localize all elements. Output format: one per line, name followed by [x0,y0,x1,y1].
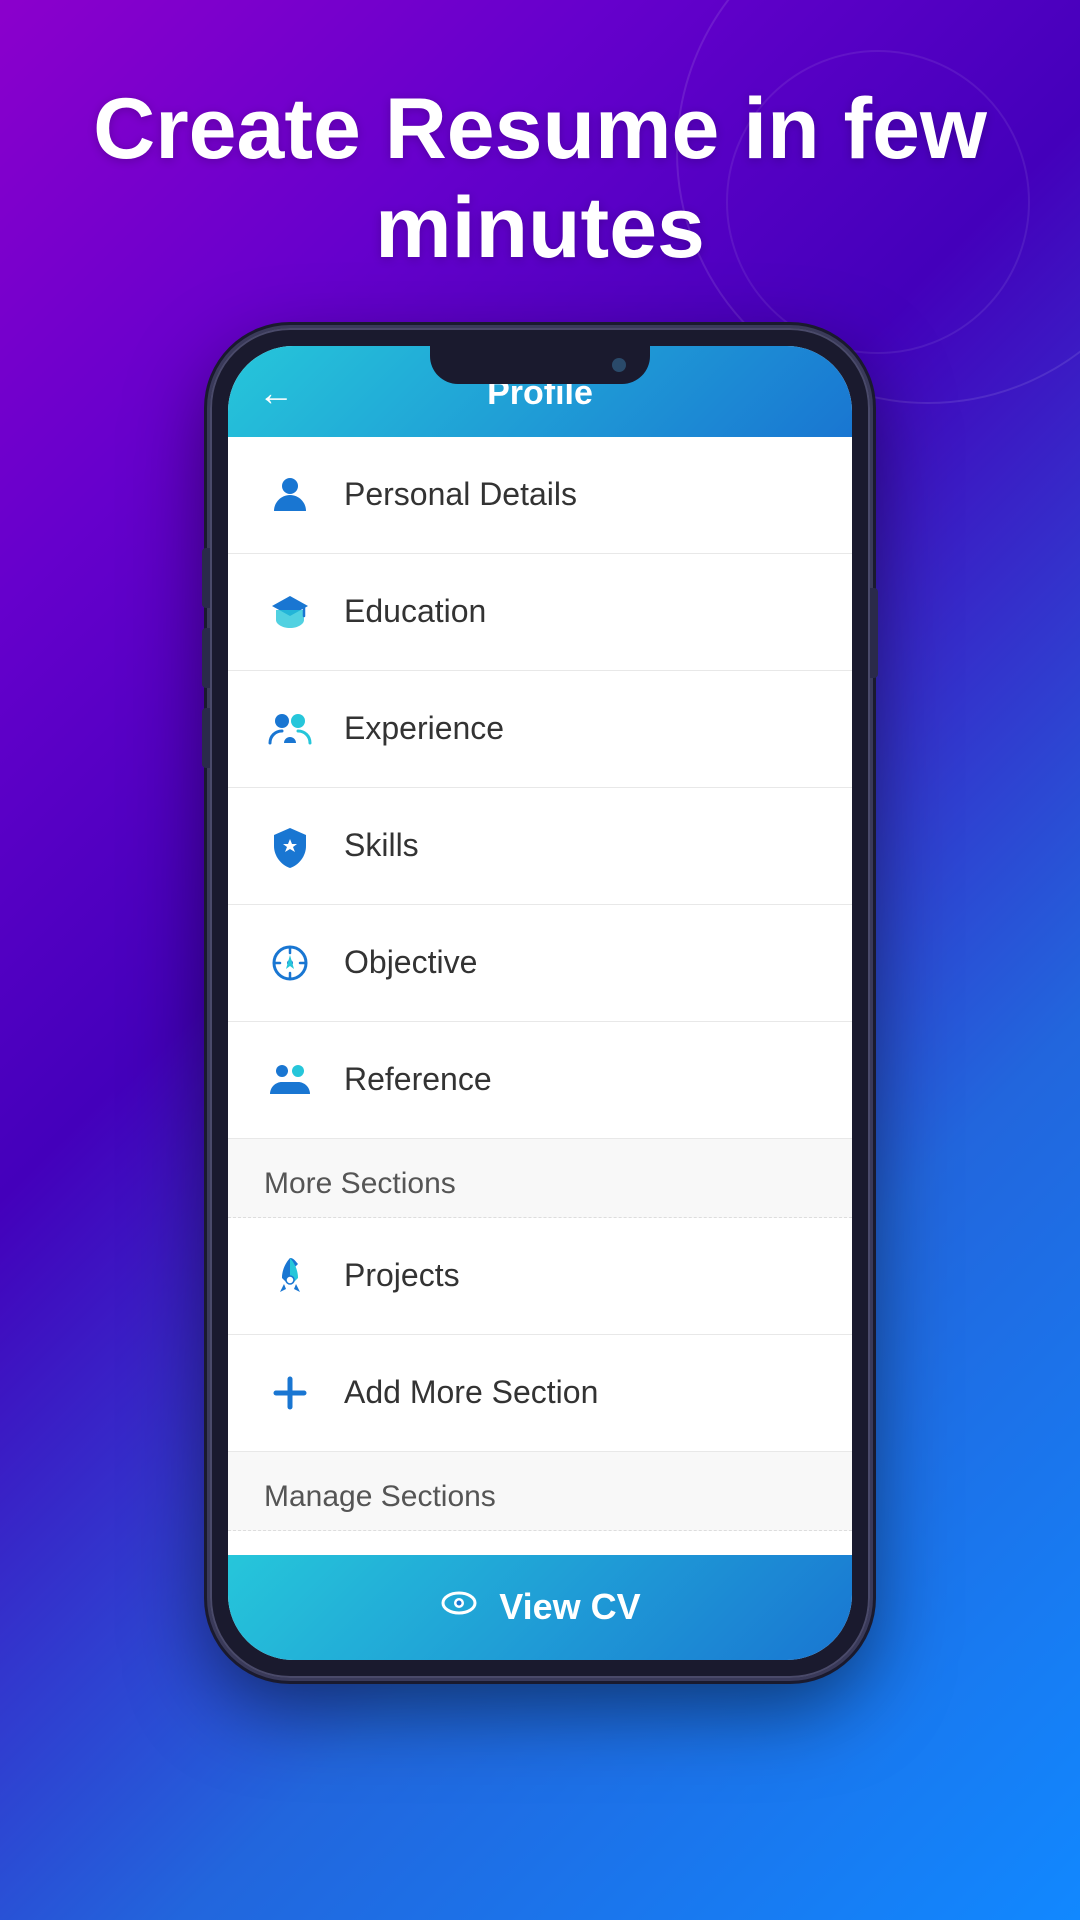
phone-notch [430,346,650,384]
silent-button [202,708,210,768]
phone-screen: ← Profile Personal Details [228,346,852,1660]
view-cv-label: View CV [499,1586,640,1628]
menu-item-objective[interactable]: Objective [228,905,852,1022]
reference-icon [264,1054,316,1106]
more-sections-header: More Sections [228,1139,852,1218]
experience-label: Experience [344,710,504,747]
rocket-icon [264,1250,316,1302]
menu-item-reference[interactable]: Reference [228,1022,852,1139]
eye-icon [439,1583,479,1632]
power-button [870,588,878,678]
hero-title: Create Resume in few minutes [0,80,1080,278]
volume-up-button [202,548,210,608]
education-icon [264,586,316,638]
menu-item-education[interactable]: Education [228,554,852,671]
plus-icon [264,1367,316,1419]
menu-list: Personal Details Education [228,437,852,1555]
menu-item-skills[interactable]: Skills [228,788,852,905]
manage-sections-header: Manage Sections [228,1452,852,1531]
volume-down-button [202,628,210,688]
compass-icon [264,937,316,989]
person-icon [264,469,316,521]
view-cv-bar[interactable]: View CV [228,1555,852,1660]
menu-item-experience[interactable]: Experience [228,671,852,788]
projects-label: Projects [344,1257,460,1294]
shield-star-icon [264,820,316,872]
camera [612,358,626,372]
menu-item-add-more-section[interactable]: Add More Section [228,1335,852,1452]
add-more-section-label: Add More Section [344,1374,598,1411]
education-label: Education [344,593,486,630]
phone-frame: ← Profile Personal Details [210,328,870,1678]
menu-item-personal-details[interactable]: Personal Details [228,437,852,554]
objective-label: Objective [344,944,477,981]
experience-icon [264,703,316,755]
menu-item-rearrange-edit[interactable]: Rearrange / Edit Headings [228,1531,852,1555]
back-button[interactable]: ← [258,372,294,414]
skills-label: Skills [344,827,419,864]
menu-item-projects[interactable]: Projects [228,1218,852,1335]
reference-label: Reference [344,1061,492,1098]
personal-details-label: Personal Details [344,476,577,513]
hero-section: Create Resume in few minutes [0,80,1080,278]
